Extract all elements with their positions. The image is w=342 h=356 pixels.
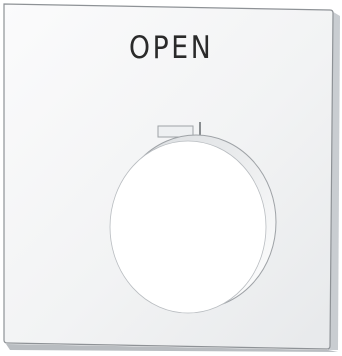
- mounting-hole: [109, 140, 267, 314]
- legend-label: OPEN: [129, 30, 214, 66]
- legend-plate-photo: OPEN: [0, 0, 342, 356]
